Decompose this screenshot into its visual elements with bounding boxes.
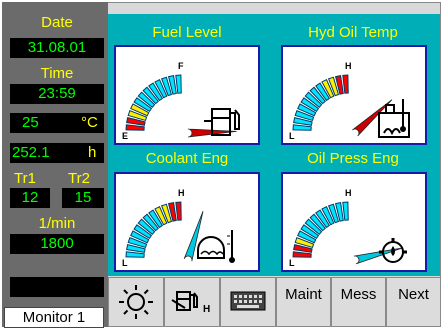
date-label: Date	[41, 14, 73, 31]
coolant-eng-gauge: HL	[114, 172, 260, 272]
gauge-dial: HL	[289, 188, 407, 268]
date-value: 31.08.01	[10, 38, 104, 58]
tr1-value: 12	[10, 188, 50, 208]
gauge-title-oil-press: Oil Press Eng	[307, 150, 399, 167]
gauge-segment	[175, 201, 182, 221]
time-label: Time	[40, 65, 74, 82]
oil-pump-icon	[379, 238, 407, 263]
gauge-high-label: H	[178, 188, 185, 198]
gauge-title-coolant: Coolant Eng	[145, 150, 229, 167]
tr2-label: Tr2	[68, 170, 90, 187]
gauge-needle	[183, 211, 204, 262]
gauge-high-label: F	[178, 61, 184, 71]
next-button[interactable]: Next	[386, 277, 441, 327]
maint-label: Maint	[285, 286, 322, 303]
gauge-title-fuel: Fuel Level	[152, 24, 222, 41]
tr2-value: 15	[62, 188, 104, 208]
fuel-level-gauge: FE	[114, 45, 260, 145]
mess-label: Mess	[340, 286, 377, 303]
info-column: Date 31.08.01 Time 23:59 25 °C 252.1 h T…	[2, 2, 108, 327]
gauge-low-label: L	[289, 131, 295, 141]
keyboard-icon	[230, 291, 266, 311]
coolant-icon	[197, 230, 235, 263]
tr1-label: Tr1	[14, 170, 36, 187]
monitor-screen: Date 31.08.01 Time 23:59 25 °C 252.1 h T…	[0, 0, 443, 329]
gauge-dial: HL	[122, 188, 235, 268]
operating-hours-unit: h	[88, 144, 97, 161]
rpm-value: 1800	[10, 234, 104, 254]
keyboard-button[interactable]	[220, 277, 276, 327]
gauge-low-label: E	[122, 131, 128, 141]
temperature-value: 25	[22, 114, 39, 131]
blank-display	[10, 277, 104, 297]
fuel-heater-sub-label: H	[203, 304, 211, 315]
gauge-segment	[125, 251, 145, 258]
gauge-segment	[292, 124, 312, 131]
time-value: 23:59	[10, 84, 104, 104]
gauge-title-hyd-oil: Hyd Oil Temp	[308, 24, 398, 41]
monitor-select[interactable]: Monitor 1	[4, 307, 104, 328]
gauge-low-label: L	[122, 258, 128, 268]
button-bar: H Maint Mess Next	[108, 277, 441, 327]
brightness-button[interactable]	[108, 277, 164, 327]
operating-hours-field: 252.1 h	[10, 143, 104, 163]
temperature-field: 25 °C	[10, 113, 104, 133]
hydraulic-tank-icon	[378, 99, 410, 138]
gauge-area: Fuel Level Hyd Oil Temp Coolant Eng Oil …	[108, 14, 440, 276]
sun-icon	[119, 285, 153, 319]
fuel-h-icon	[171, 291, 198, 311]
next-label: Next	[398, 286, 429, 303]
gauge-segment	[342, 74, 349, 94]
gauge-low-label: L	[289, 258, 295, 268]
operating-hours-value: 252.1	[12, 144, 50, 161]
gauge-high-label: H	[345, 188, 352, 198]
gauge-dial: FE	[122, 61, 240, 141]
mess-button[interactable]: Mess	[331, 277, 386, 327]
gauge-dial: HL	[289, 61, 410, 141]
gauge-segment	[292, 251, 312, 258]
temperature-unit: °C	[81, 114, 98, 131]
gauge-segment	[125, 124, 145, 131]
gauge-high-label: H	[345, 61, 352, 71]
rpm-label: 1/min	[38, 215, 76, 232]
hyd-oil-temp-gauge: HL	[281, 45, 427, 145]
gauge-segment	[342, 201, 349, 221]
fuel-heater-button[interactable]: H	[164, 277, 220, 327]
gauge-segment	[175, 74, 182, 94]
maint-button[interactable]: Maint	[276, 277, 331, 327]
oil-press-eng-gauge: HL	[281, 172, 427, 272]
